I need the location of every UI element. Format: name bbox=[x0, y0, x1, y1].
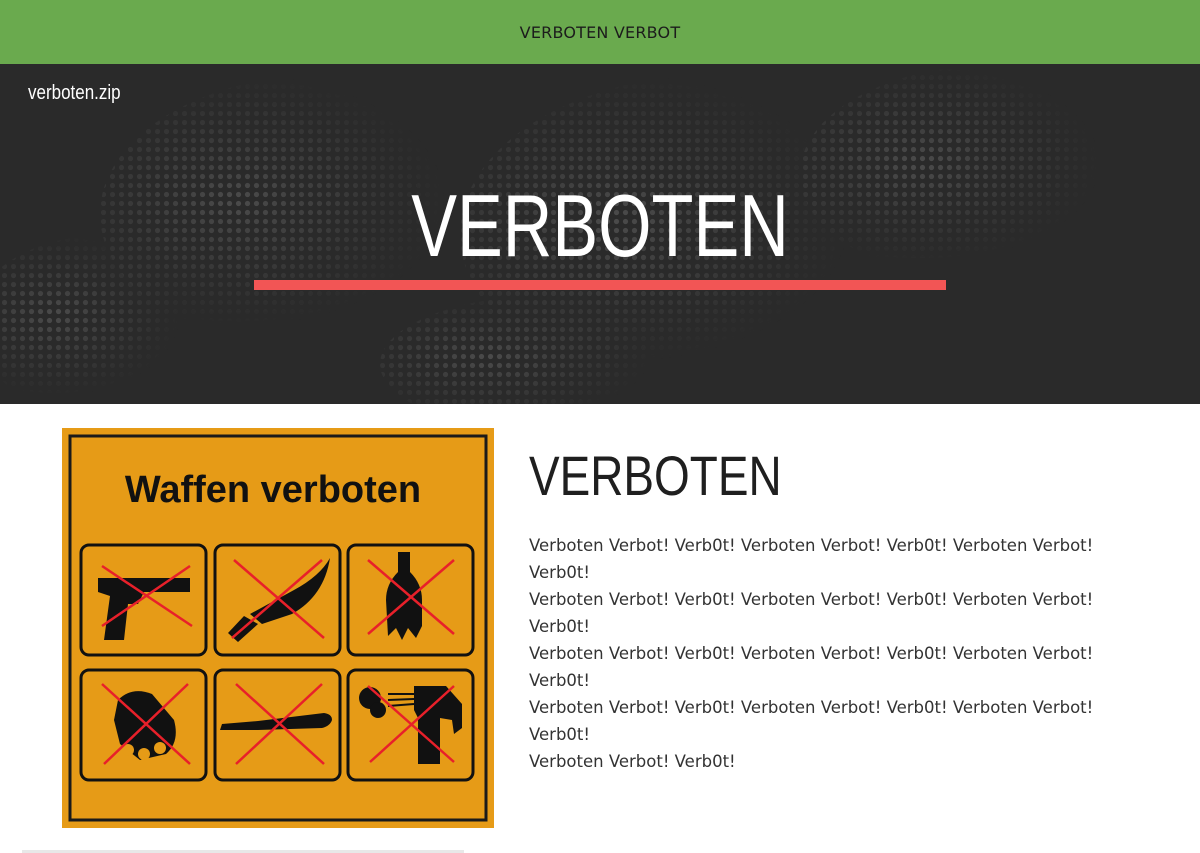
sign-heading: Waffen verboten bbox=[125, 469, 421, 511]
hero-underline bbox=[254, 280, 946, 290]
body-line: Verboten Verbot! Verb0t! bbox=[529, 752, 736, 771]
body-line: Verboten Verbot! Verb0t! Verboten Verbot… bbox=[529, 590, 1094, 636]
site-brand-link[interactable]: verboten.zip bbox=[28, 82, 121, 105]
section-title: VERBOTEN bbox=[529, 444, 782, 507]
hero-title: VERBOTEN bbox=[411, 176, 789, 275]
top-banner-text: VERBOTEN VERBOT bbox=[519, 22, 681, 42]
hero-section: verboten.zip VERBOTEN bbox=[0, 64, 1200, 404]
waffen-verboten-sign: Waffen verboten bbox=[62, 428, 494, 828]
top-banner: VERBOTEN VERBOT bbox=[0, 0, 1200, 64]
body-line: Verboten Verbot! Verb0t! Verboten Verbot… bbox=[529, 644, 1094, 690]
body-line: Verboten Verbot! Verb0t! Verboten Verbot… bbox=[529, 536, 1094, 582]
body-paragraph: Verboten Verbot! Verb0t! Verboten Verbot… bbox=[529, 532, 1139, 775]
body-line: Verboten Verbot! Verb0t! Verboten Verbot… bbox=[529, 698, 1094, 744]
